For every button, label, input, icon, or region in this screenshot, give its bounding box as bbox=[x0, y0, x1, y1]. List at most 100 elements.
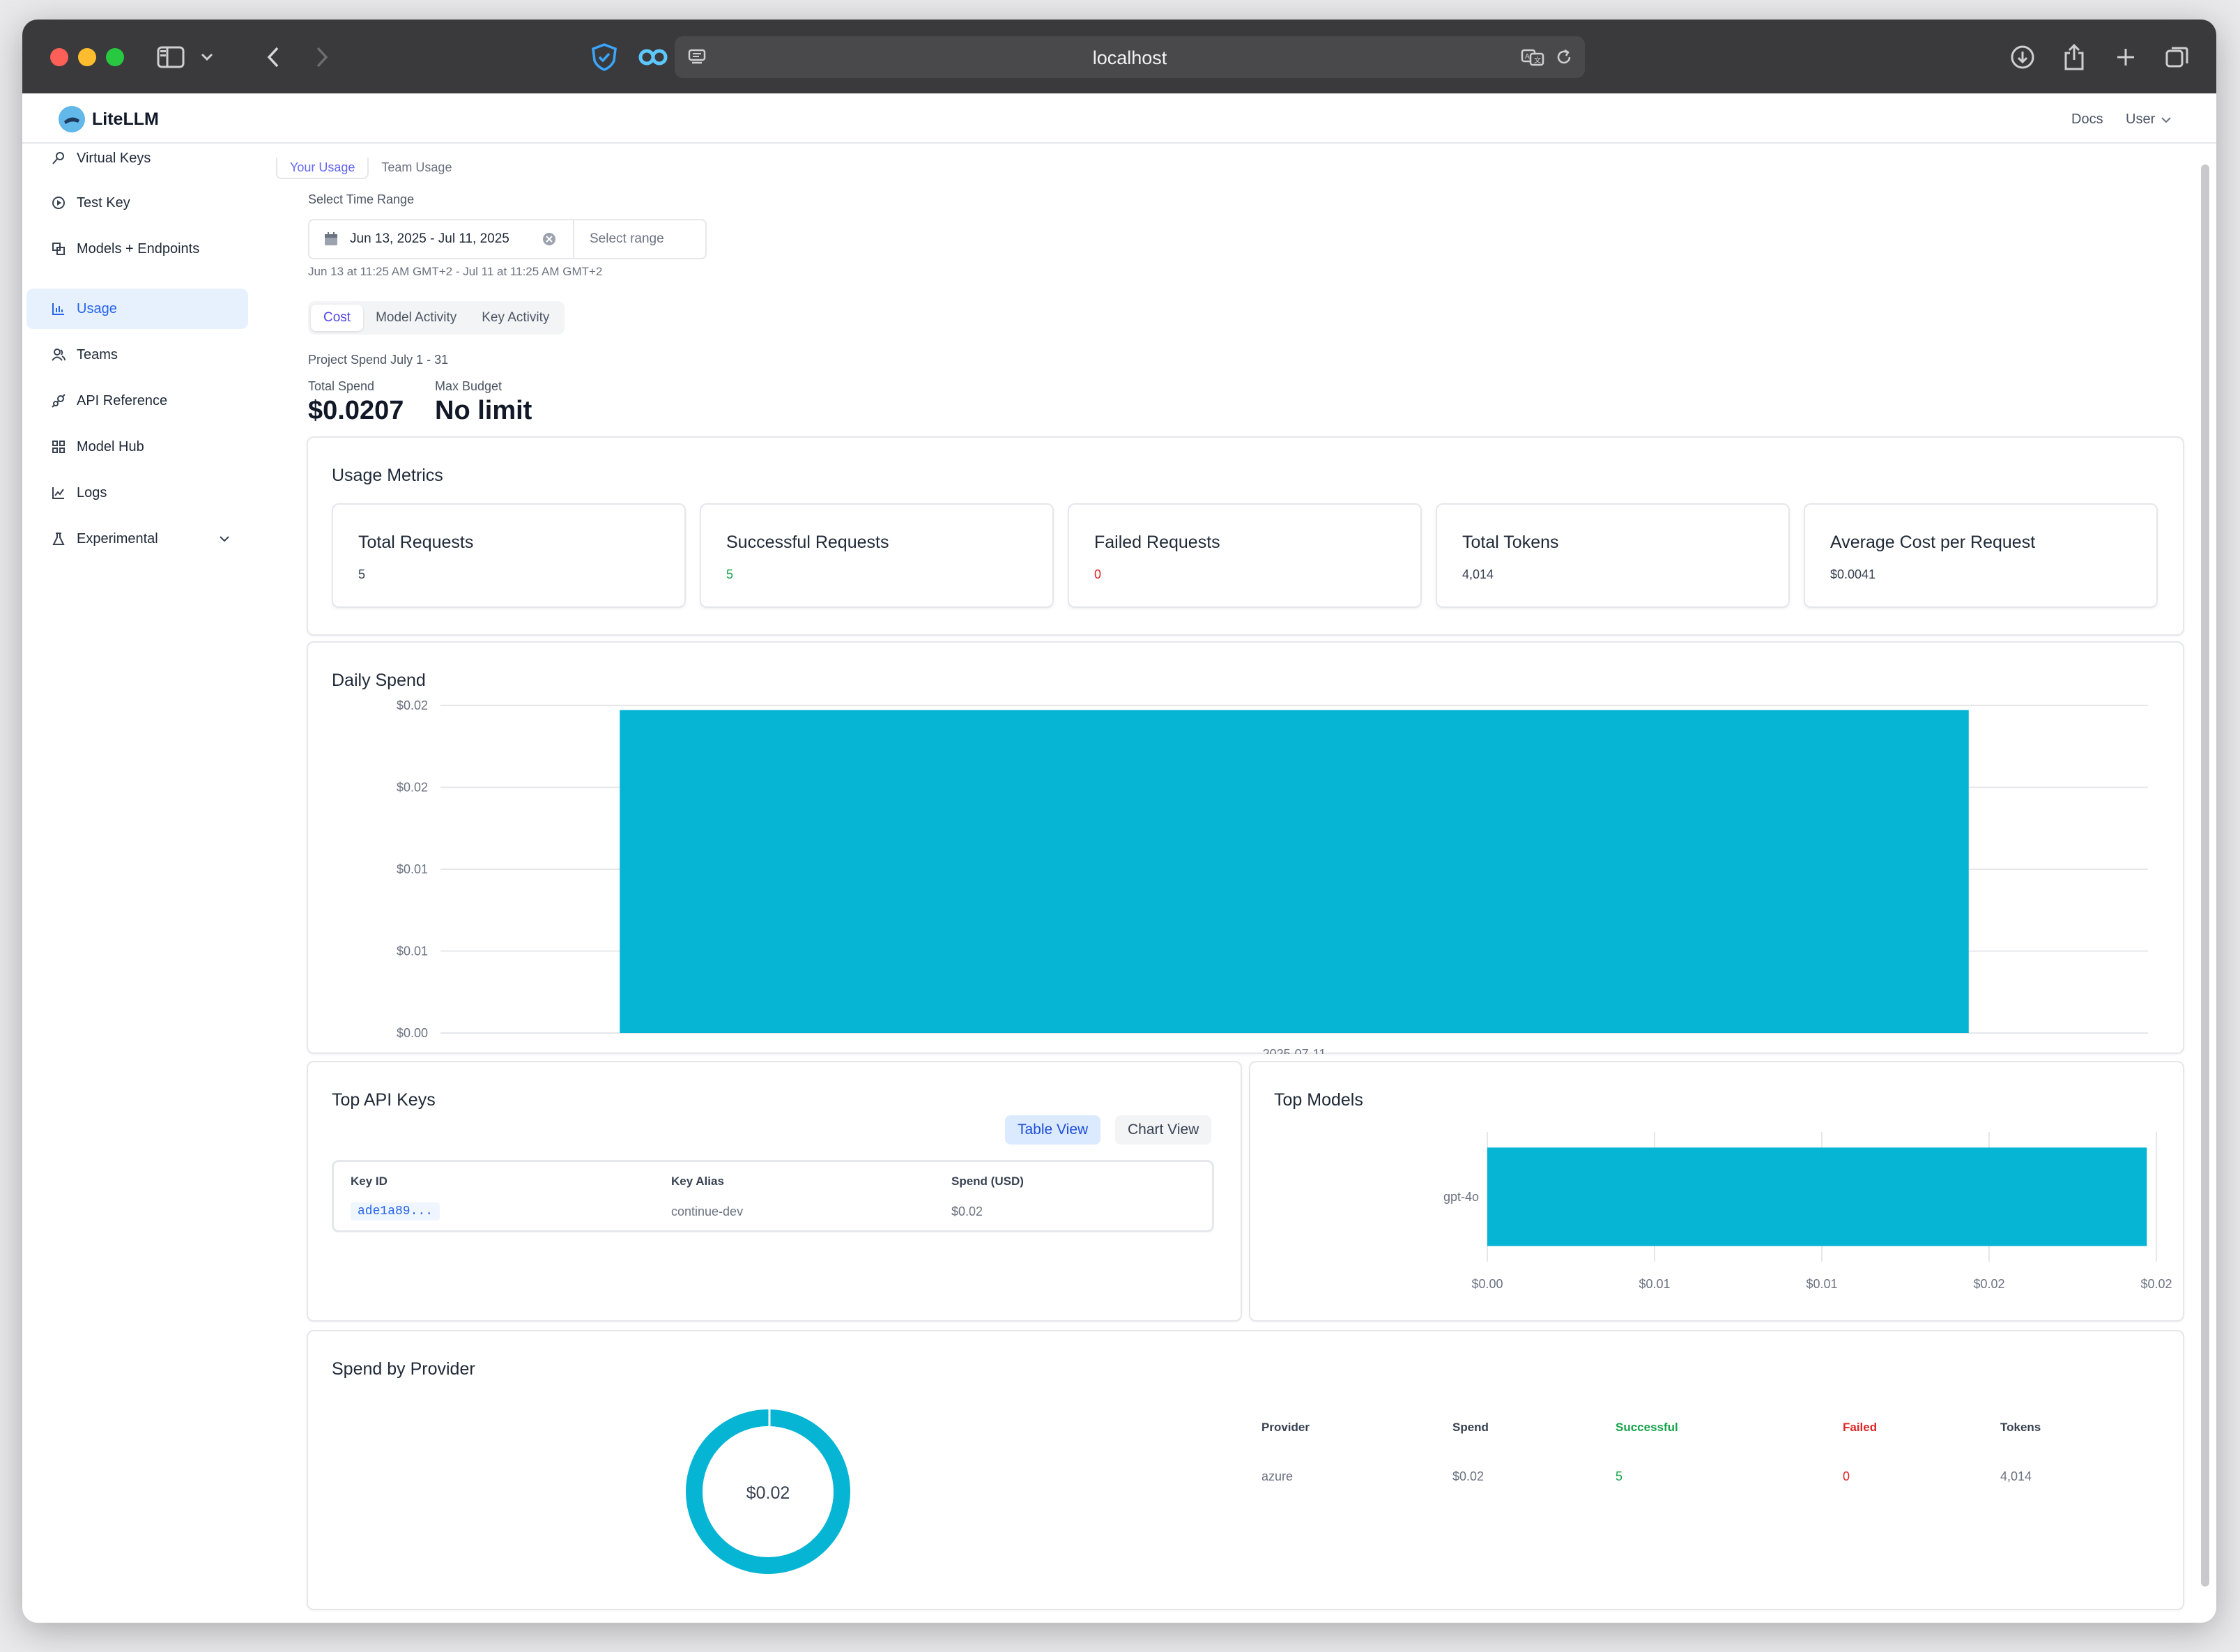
x-tick-label: $0.01 bbox=[1806, 1277, 1837, 1291]
chevron-down-icon[interactable] bbox=[197, 40, 217, 74]
bar bbox=[620, 710, 1969, 1033]
metric-value: 0 bbox=[1094, 567, 1102, 581]
project-spend-label: Project Spend July 1 - 31 bbox=[308, 353, 449, 367]
y-tick-label: $0.02 bbox=[397, 781, 428, 795]
sidebar-item-logs[interactable]: Logs bbox=[26, 473, 248, 513]
extension-icon[interactable] bbox=[636, 40, 670, 74]
key-icon bbox=[52, 151, 66, 165]
sidebar-item-label: Virtual Keys bbox=[77, 150, 151, 166]
sidebar-item-models-endpoints[interactable]: Models + Endpoints bbox=[26, 229, 248, 269]
metric-total-requests: Total Requests 5 bbox=[332, 503, 686, 608]
sidebar-item-virtual-keys[interactable]: Virtual Keys bbox=[26, 138, 248, 178]
tab-cost[interactable]: Cost bbox=[311, 305, 364, 331]
metric-label: Average Cost per Request bbox=[1830, 533, 2036, 552]
clear-icon[interactable] bbox=[542, 232, 556, 246]
column-header: Tokens bbox=[2000, 1421, 2041, 1434]
x-tick-label: 2025-07-11 bbox=[1263, 1047, 1326, 1054]
reload-icon[interactable] bbox=[1550, 40, 1578, 74]
download-icon[interactable] bbox=[2007, 40, 2038, 74]
sidebar: Virtual Keys Test Key Models + Endpoints… bbox=[22, 144, 259, 1623]
app-header: LiteLLM Docs User bbox=[22, 93, 2216, 144]
y-tick-label: gpt-4o bbox=[1443, 1190, 1479, 1204]
chevron-down-icon bbox=[220, 536, 229, 542]
metric-value: 5 bbox=[726, 567, 734, 581]
x-tick-label: $0.00 bbox=[1471, 1277, 1503, 1291]
sidebar-item-label: Test Key bbox=[77, 194, 130, 211]
tab-key-activity[interactable]: Key Activity bbox=[469, 305, 562, 331]
tab-team-usage[interactable]: Team Usage bbox=[369, 158, 464, 179]
app-logo[interactable]: LiteLLM bbox=[59, 106, 159, 132]
sidebar-item-label: Usage bbox=[77, 300, 117, 316]
chevron-down-icon bbox=[2161, 116, 2171, 123]
chart-view-button[interactable]: Chart View bbox=[1115, 1115, 1212, 1145]
provider-failed-cell: 0 bbox=[1843, 1469, 1850, 1483]
date-range-value: Jun 13, 2025 - Jul 11, 2025 bbox=[350, 231, 509, 246]
sidebar-item-test-key[interactable]: Test Key bbox=[26, 183, 248, 223]
zoom-window-button[interactable] bbox=[106, 48, 124, 66]
main-content: Your Usage Team Usage Select Time Range … bbox=[259, 144, 2216, 1623]
shield-icon[interactable] bbox=[587, 40, 622, 74]
sidebar-item-model-hub[interactable]: Model Hub bbox=[26, 427, 248, 467]
column-header: Successful bbox=[1616, 1421, 1678, 1434]
sidebar-item-teams[interactable]: Teams bbox=[26, 335, 248, 375]
y-tick-label: $0.01 bbox=[397, 944, 428, 958]
translate-icon[interactable]: A文 bbox=[1519, 40, 1547, 74]
metric-value: 4,014 bbox=[1462, 567, 1494, 581]
tab-your-usage[interactable]: Your Usage bbox=[276, 158, 369, 179]
usage-metrics-title: Usage Metrics bbox=[332, 466, 443, 485]
app-grid-icon bbox=[52, 440, 66, 454]
date-range-picker[interactable]: Jun 13, 2025 - Jul 11, 2025 bbox=[308, 219, 574, 259]
tab-model-activity[interactable]: Model Activity bbox=[363, 305, 469, 331]
calendar-icon bbox=[325, 232, 337, 245]
metric-value: $0.0041 bbox=[1830, 567, 1876, 581]
top-api-keys-table: Key ID Key Alias Spend (USD) ade1a89... … bbox=[332, 1160, 1214, 1232]
metric-label: Failed Requests bbox=[1094, 533, 1220, 552]
bar-chart-icon bbox=[52, 302, 66, 316]
select-range-dropdown[interactable]: Select range bbox=[574, 219, 707, 259]
forward-icon[interactable] bbox=[308, 40, 336, 74]
daily-spend-card: Daily Spend $0.00 $0.01 $0.01 $0.02 $0.02 202… bbox=[307, 641, 2184, 1054]
svg-text:文: 文 bbox=[1534, 56, 1541, 65]
sidebar-item-usage[interactable]: Usage bbox=[26, 289, 248, 329]
address-bar[interactable]: localhost A文 bbox=[675, 36, 1585, 78]
tab-overview-icon[interactable] bbox=[2162, 40, 2193, 74]
y-tick-label: $0.01 bbox=[397, 862, 428, 876]
minimize-window-button[interactable] bbox=[78, 48, 96, 66]
play-circle-icon bbox=[52, 196, 66, 210]
sidebar-item-label: Experimental bbox=[77, 530, 158, 546]
sidebar-item-experimental[interactable]: Experimental bbox=[26, 519, 248, 559]
x-tick-label: $0.02 bbox=[2140, 1277, 2172, 1291]
column-header: Spend bbox=[1452, 1421, 1489, 1434]
time-range-label: Select Time Range bbox=[308, 192, 415, 206]
metric-total-tokens: Total Tokens 4,014 bbox=[1436, 503, 1790, 608]
max-budget-label: Max Budget bbox=[435, 379, 503, 393]
top-models-title: Top Models bbox=[1274, 1090, 1363, 1110]
daily-spend-title: Daily Spend bbox=[332, 671, 426, 690]
total-spend-value: $0.0207 bbox=[308, 396, 404, 425]
provider-successful-cell: 5 bbox=[1616, 1469, 1623, 1483]
provider-spend-cell: $0.02 bbox=[1452, 1469, 1485, 1483]
user-menu[interactable]: User bbox=[2126, 112, 2172, 128]
sidebar-toggle-icon[interactable] bbox=[155, 40, 187, 74]
column-header: Provider bbox=[1261, 1421, 1310, 1434]
table-view-button[interactable]: Table View bbox=[1005, 1115, 1101, 1145]
sidebar-item-label: Teams bbox=[77, 346, 118, 362]
key-spend-cell: $0.02 bbox=[951, 1204, 983, 1218]
donut-center-label: $0.02 bbox=[746, 1483, 790, 1503]
new-tab-icon[interactable] bbox=[2110, 40, 2141, 74]
scrollbar[interactable] bbox=[2201, 165, 2209, 1586]
sidebar-item-label: Logs bbox=[77, 484, 107, 500]
docs-link[interactable]: Docs bbox=[2071, 112, 2103, 128]
share-icon[interactable] bbox=[2059, 40, 2089, 74]
key-id-cell[interactable]: ade1a89... bbox=[351, 1202, 440, 1221]
view-tabs: Cost Model Activity Key Activity bbox=[308, 301, 565, 335]
user-menu-label: User bbox=[2126, 112, 2156, 127]
metric-successful-requests: Successful Requests 5 bbox=[700, 503, 1054, 608]
back-icon[interactable] bbox=[259, 40, 287, 74]
x-tick-label: $0.02 bbox=[1973, 1277, 2004, 1291]
close-window-button[interactable] bbox=[50, 48, 68, 66]
column-header: Key ID bbox=[351, 1175, 388, 1188]
url-text: localhost bbox=[1092, 47, 1167, 68]
total-spend-label: Total Spend bbox=[308, 379, 375, 393]
sidebar-item-api-reference[interactable]: API Reference bbox=[26, 381, 248, 421]
